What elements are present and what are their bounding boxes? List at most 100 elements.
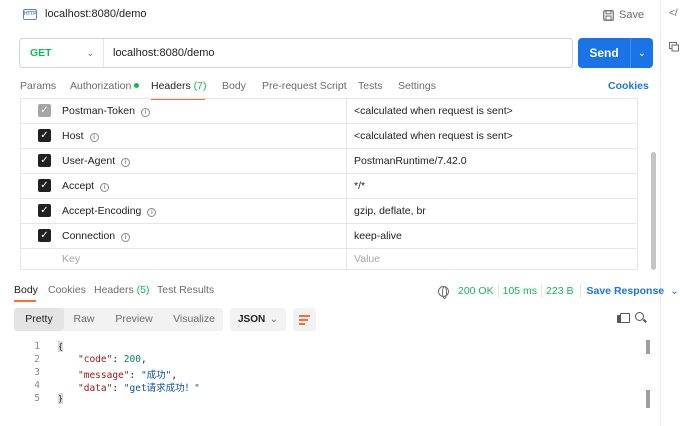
scrollbar[interactable] <box>646 390 650 408</box>
url-input[interactable] <box>104 47 572 59</box>
header-key: Accept i <box>62 180 110 192</box>
column-divider <box>346 99 347 123</box>
format-visualize[interactable]: Visualize <box>166 308 222 331</box>
tab-response-headers-label: Headers <box>94 284 134 296</box>
chevron-down-icon: ⌄ <box>269 314 278 325</box>
checkbox[interactable]: ✓ <box>38 104 51 117</box>
header-checkbox-cell: ✓ <box>21 124 55 148</box>
info-icon[interactable]: i <box>140 108 150 117</box>
header-key-input[interactable]: Key <box>62 253 80 265</box>
header-value: */* <box>354 180 366 192</box>
header-value: gzip, deflate, br <box>354 205 426 217</box>
request-title-bar: HTTP localhost:8080/demo Save <box>0 0 660 30</box>
close-brace: } <box>58 393 63 404</box>
checkbox[interactable]: ✓ <box>38 154 51 167</box>
tab-headers[interactable]: Headers (7) <box>151 80 206 92</box>
header-checkbox-cell: ✓ <box>21 174 55 198</box>
tab-tests[interactable]: Tests <box>358 80 383 92</box>
header-key-text: Connection <box>62 230 116 242</box>
header-value-input[interactable]: Value <box>354 253 380 265</box>
line-number: 4 <box>34 380 40 391</box>
header-key: Connection i <box>62 230 131 242</box>
send-label: Send <box>589 46 619 60</box>
tab-response-headers-count: (5) <box>136 284 150 296</box>
cookies-link[interactable]: Cookies <box>608 80 649 92</box>
method-select[interactable]: GET ⌄ <box>20 39 104 67</box>
active-tab-indicator <box>14 300 36 302</box>
header-row: ✓ Host i <calculated when request is sent… <box>20 124 638 149</box>
tab-prerequest-script[interactable]: Pre-request Script <box>262 80 347 92</box>
format-pretty[interactable]: Pretty <box>14 308 64 331</box>
http-request-icon: HTTP <box>23 9 37 20</box>
format-select[interactable]: JSON ⌄ <box>230 308 286 331</box>
chevron-down-icon: ⌄ <box>86 47 94 58</box>
wrap-lines-icon <box>299 315 310 317</box>
divider <box>541 284 543 298</box>
response-time[interactable]: 105 ms <box>503 285 537 297</box>
tab-body[interactable]: Body <box>222 80 246 92</box>
method-label: GET <box>30 47 52 59</box>
scrollbar[interactable] <box>651 152 656 270</box>
response-size[interactable]: 223 B <box>546 285 573 297</box>
tab-params[interactable]: Params <box>20 80 56 92</box>
scrollbar[interactable] <box>646 340 650 354</box>
open-brace: { <box>58 341 63 352</box>
request-title[interactable]: localhost:8080/demo <box>45 8 147 20</box>
save-label: Save <box>619 9 645 21</box>
line-number: 3 <box>34 367 40 378</box>
wrap-lines-icon-bar <box>299 319 308 321</box>
save-button[interactable]: Save <box>603 7 644 23</box>
info-icon[interactable]: i <box>147 208 157 217</box>
code-icon[interactable]: </ <box>669 8 678 19</box>
header-row-empty: Key Value <box>20 249 638 270</box>
format-tabs: Pretty Raw Preview Visualize <box>14 308 223 331</box>
header-key: Postman-Token i <box>62 105 150 117</box>
tab-response-headers[interactable]: Headers (5) <box>94 284 149 296</box>
checkbox[interactable]: ✓ <box>38 229 51 242</box>
header-key-text: Accept-Encoding <box>62 205 142 217</box>
comments-icon[interactable] <box>669 42 679 55</box>
search-icon[interactable] <box>635 312 647 324</box>
column-divider <box>346 249 347 269</box>
column-divider <box>346 149 347 173</box>
header-checkbox-cell: ✓ <box>21 224 55 248</box>
tab-settings[interactable]: Settings <box>398 80 436 92</box>
save-response-button[interactable]: Save Response <box>587 285 665 297</box>
headers-table: ✓ Postman-Token i <calculated when reques… <box>20 98 638 270</box>
header-row: ✓ Accept i */* <box>20 174 638 199</box>
checkbox[interactable]: ✓ <box>38 179 51 192</box>
right-sidebar: </ <box>660 0 680 426</box>
header-value: <calculated when request is sent> <box>354 130 513 142</box>
header-row: ✓ Accept-Encoding i gzip, deflate, br <box>20 199 638 224</box>
checkbox[interactable]: ✓ <box>38 204 51 217</box>
wrap-lines-button[interactable] <box>293 308 316 331</box>
info-icon[interactable]: i <box>121 233 131 242</box>
tab-response-body[interactable]: Body <box>14 284 38 296</box>
globe-icon[interactable] <box>438 285 449 299</box>
code-line: "data": "get请求成功！" <box>78 383 200 394</box>
chevron-down-icon[interactable]: ⌄ <box>670 285 679 297</box>
url-bar: GET ⌄ <box>19 38 573 68</box>
wrap-lines-icon-bar <box>299 323 305 325</box>
tab-test-results[interactable]: Test Results <box>157 284 214 296</box>
send-options-chevron-icon[interactable]: ⌄ <box>631 48 653 59</box>
format-select-value: JSON <box>238 314 266 325</box>
info-icon[interactable]: i <box>100 183 110 192</box>
response-tabs: Body Cookies Headers (5) Test Results 20… <box>0 282 679 302</box>
response-body-viewer[interactable]: 1 2 3 4 5 { "code": 200, "message": "成功"… <box>0 338 650 418</box>
format-raw[interactable]: Raw <box>64 308 104 331</box>
info-icon[interactable]: i <box>89 133 99 142</box>
info-icon[interactable]: i <box>121 158 131 167</box>
send-button[interactable]: Send ⌄ <box>578 38 653 68</box>
column-divider <box>346 199 347 223</box>
tab-authorization[interactable]: Authorization <box>70 80 140 92</box>
tab-response-cookies[interactable]: Cookies <box>48 284 86 296</box>
request-tabs: Params Authorization Headers (7) Body Pr… <box>0 78 652 100</box>
status-code[interactable]: 200 OK <box>458 285 494 297</box>
header-checkbox-cell: ✓ <box>21 149 55 173</box>
header-value: keep-alive <box>354 230 402 242</box>
format-preview[interactable]: Preview <box>108 308 160 331</box>
copy-icon[interactable] <box>617 313 630 324</box>
checkbox[interactable]: ✓ <box>38 129 51 142</box>
header-value: PostmanRuntime/7.42.0 <box>354 155 467 167</box>
